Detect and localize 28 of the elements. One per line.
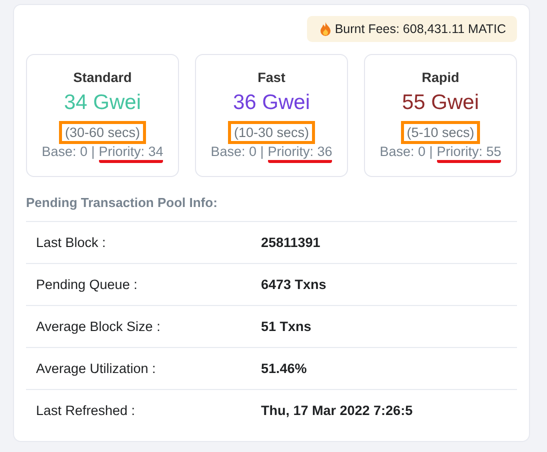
info-value: Thu, 17 Mar 2022 7:26:5 [261, 403, 413, 418]
burnt-fees-text: Burnt Fees: 608,431.11 MATIC [334, 22, 506, 36]
base-fee: Base: 0 | [42, 144, 95, 161]
gas-price: 34 Gwei [64, 91, 142, 115]
time-estimate: (10-30 secs) [228, 121, 316, 144]
info-label: Average Utilization : [36, 361, 157, 376]
gas-price: 55 Gwei [402, 91, 480, 115]
time-estimate: (5-10 secs) [400, 121, 480, 144]
info-value: 6473 Txns [261, 277, 326, 292]
tier-name: Fast [258, 70, 286, 85]
tier-name: Rapid [422, 70, 460, 85]
info-label: Last Block : [36, 235, 107, 250]
info-value: 25811391 [261, 235, 320, 250]
priority-fee: Priority: 36 [268, 144, 332, 163]
flame-icon [320, 22, 331, 36]
section-title: Pending Transaction Pool Info: [26, 195, 218, 212]
gas-price: 36 Gwei [232, 91, 310, 115]
base-fee: Base: 0 | [380, 144, 433, 161]
info-value: 51 Txns [261, 319, 312, 334]
info-value: 51.46% [261, 361, 307, 376]
info-label: Last Refreshed : [36, 403, 136, 418]
priority-fee: Priority: 55 [436, 144, 502, 163]
priority-fee: Priority: 34 [98, 144, 164, 163]
time-estimate: (30-60 secs) [58, 121, 146, 144]
info-label: Average Block Size : [36, 319, 162, 334]
base-fee: Base: 0 | [210, 144, 264, 161]
tier-name: Standard [73, 70, 132, 85]
info-label: Pending Queue : [36, 277, 138, 292]
